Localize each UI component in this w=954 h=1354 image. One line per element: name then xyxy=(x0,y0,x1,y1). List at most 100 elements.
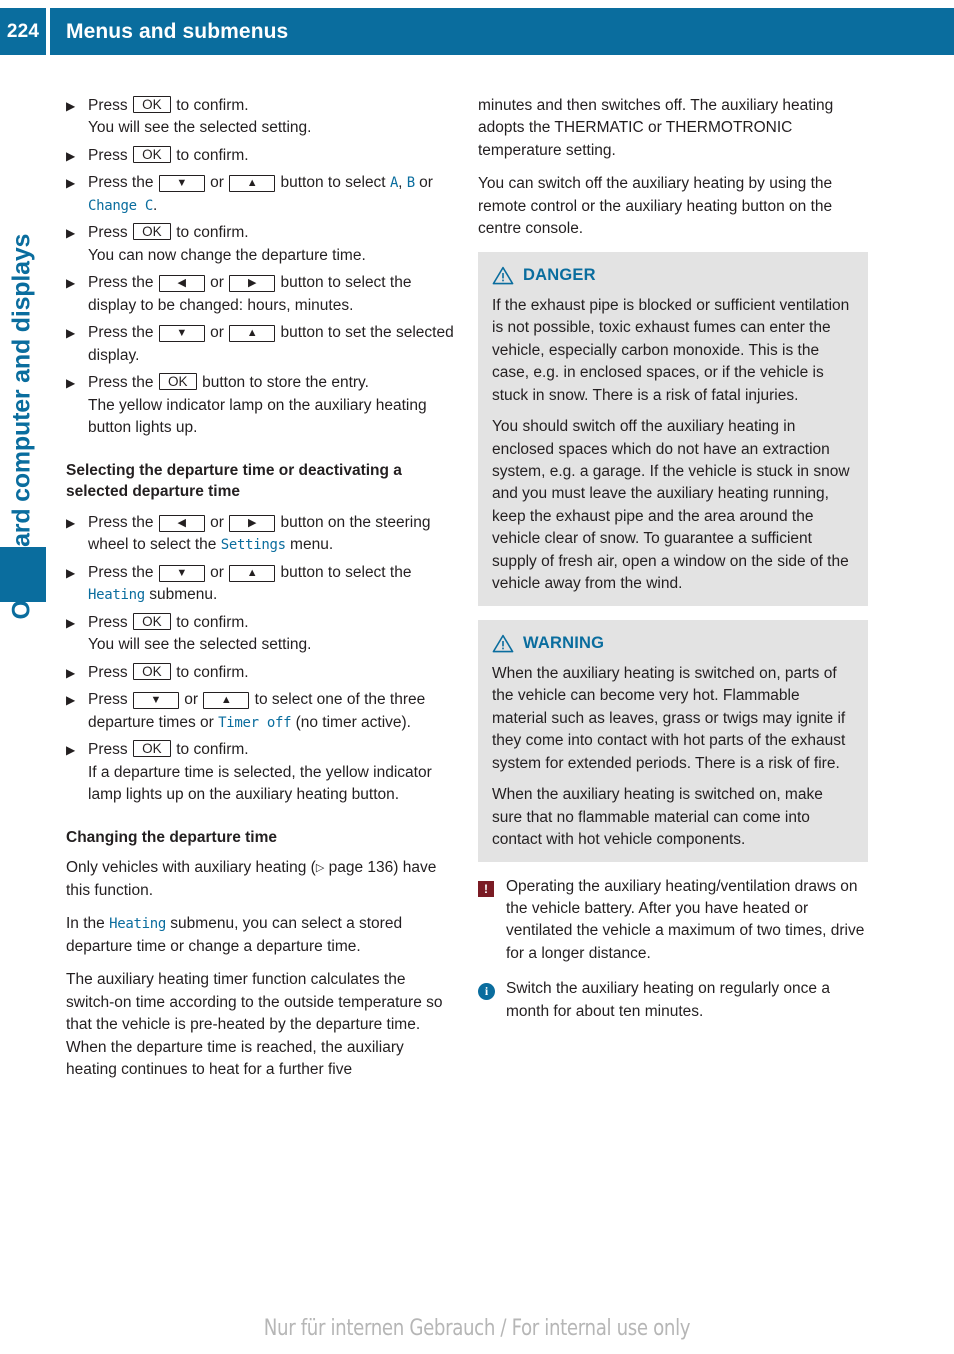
note-item: ! Operating the auxiliary heating/ventila… xyxy=(478,876,868,966)
notice-label: DANGER xyxy=(523,265,596,284)
left-paragraphs: Only vehicles with auxiliary heating (▷ … xyxy=(66,857,456,1081)
step-result-text: You will see the selected setting. xyxy=(88,119,312,137)
step-instruction: Press OK to confirm. xyxy=(88,223,249,242)
ok-key[interactable]: OK xyxy=(132,145,171,163)
step-bullet-icon: ▶ xyxy=(66,743,76,758)
step-instruction: Press the ▼ or ▲ button to select A, B o… xyxy=(88,174,433,214)
exclamation-icon: ! xyxy=(478,878,494,900)
right-intro-paragraphs: minutes and then switches off. The auxil… xyxy=(478,95,868,241)
step-bullet-icon: ▶ xyxy=(66,376,76,391)
arrow-right-key[interactable]: ▶ xyxy=(229,514,276,532)
arrow-left-key[interactable]: ◀ xyxy=(158,275,205,293)
arrow-down-key[interactable]: ▼ xyxy=(158,325,205,343)
arrow-left-key[interactable]: ◀ xyxy=(158,514,205,532)
body-paragraph: minutes and then switches off. The auxil… xyxy=(478,97,834,159)
subheading-changing-departure-time: Changing the departure time xyxy=(66,828,277,846)
procedure-step: ▶ Press ▼ or ▲ to select one of the three… xyxy=(66,689,456,734)
body-paragraph: You can switch off the auxiliary heating… xyxy=(478,175,833,238)
procedure-step: ▶ Press OK to confirm. You will see the se… xyxy=(66,612,456,657)
display-menu-text: Change C xyxy=(88,197,154,214)
notice-paragraph: When the auxiliary heating is switched o… xyxy=(492,786,823,849)
body-paragraph: Only vehicles with auxiliary heating (▷ … xyxy=(66,859,437,899)
notice-boxes: DANGER If the exhaust pipe is blocked or … xyxy=(478,251,868,862)
notice-paragraph: When the auxiliary heating is switched o… xyxy=(492,664,846,772)
procedure-step: ▶ Press OK to confirm. xyxy=(66,145,456,167)
step-bullet-icon: ▶ xyxy=(66,176,76,191)
footer-watermark: Nur für internen Gebrauch / For internal… xyxy=(263,1316,691,1341)
step-bullet-icon: ▶ xyxy=(66,148,76,163)
procedure-step: ▶ Press the ◀ or ▶ button to select the d… xyxy=(66,272,456,317)
left-text-column: ▶ Press OK to confirm. You will see the se… xyxy=(66,95,456,1092)
ok-key[interactable]: OK xyxy=(132,223,171,241)
step-bullet-icon: ▶ xyxy=(66,99,76,113)
procedure-step: ▶ Press OK to confirm. You can now change … xyxy=(66,222,456,267)
step-instruction: Press ▼ or ▲ to select one of the three … xyxy=(88,691,426,731)
arrow-down-key[interactable]: ▼ xyxy=(158,175,205,193)
info-icon: i xyxy=(478,980,495,1002)
arrow-down-key[interactable]: ▼ xyxy=(158,564,205,582)
note-text: Switch the auxiliary heating on regularl… xyxy=(506,980,830,1020)
notice-paragraph: You should switch off the auxiliary heat… xyxy=(492,418,850,593)
notice-paragraph: If the exhaust pipe is blocked or suffic… xyxy=(492,296,850,404)
display-menu-text: Timer off xyxy=(218,714,292,731)
display-menu-text: Heating xyxy=(88,587,145,604)
step-instruction: Press the ◀ or ▶ button to select the di… xyxy=(88,274,412,314)
body-paragraph: In the Heating submenu, you can select a… xyxy=(66,915,403,955)
step-instruction: Press OK to confirm. xyxy=(88,740,249,759)
body-paragraph: The auxiliary heating timer function cal… xyxy=(66,971,443,1078)
procedure-step: ▶ Press the ▼ or ▲ button to select the H… xyxy=(66,562,456,607)
step-bullet-icon: ▶ xyxy=(66,665,76,680)
step-instruction: Press OK to confirm. xyxy=(88,662,249,681)
step-result-text: The yellow indicator lamp on the auxilia… xyxy=(88,396,427,437)
arrow-up-key[interactable]: ▲ xyxy=(229,325,276,343)
chapter-side-label: On-board computer and displays xyxy=(7,233,36,620)
step-instruction: Press the OK button to store the entry. xyxy=(88,373,369,392)
step-instruction: Press the ◀ or ▶ button on the steering … xyxy=(88,513,431,554)
step-instruction: Press the ▼ or ▲ button to select the He… xyxy=(88,563,412,604)
step-instruction: Press OK to confirm. xyxy=(88,612,249,631)
ok-key[interactable]: OK xyxy=(132,740,171,758)
display-menu-text: Heating xyxy=(109,916,166,933)
subheading-select-departure-time: Selecting the departure time or deactiva… xyxy=(66,461,402,501)
step-bullet-icon: ▶ xyxy=(66,565,76,580)
page-number: 224 xyxy=(6,20,40,42)
arrow-up-key[interactable]: ▲ xyxy=(203,692,250,710)
ok-key[interactable]: OK xyxy=(158,373,197,391)
cross-reference-icon[interactable]: ▷ xyxy=(316,861,324,877)
right-text-column: minutes and then switches off. The auxil… xyxy=(478,95,868,1036)
notice-label: WARNING xyxy=(523,633,605,652)
procedure-step: ▶ Press OK to confirm. If a departure time… xyxy=(66,739,456,806)
ok-key[interactable]: OK xyxy=(132,612,171,630)
arrow-down-key[interactable]: ▼ xyxy=(132,692,179,710)
procedure-step: ▶ Press the ▼ or ▲ button to select A, B … xyxy=(66,172,456,217)
steps-top-list: ▶ Press OK to confirm. You will see the se… xyxy=(66,95,456,440)
page-title: Menus and submenus xyxy=(66,19,289,43)
arrow-up-key[interactable]: ▲ xyxy=(229,564,276,582)
ok-key[interactable]: OK xyxy=(132,96,171,113)
arrow-right-key[interactable]: ▶ xyxy=(229,275,276,293)
step-bullet-icon: ▶ xyxy=(66,276,76,291)
notice-box-danger: DANGER If the exhaust pipe is blocked or … xyxy=(478,251,868,606)
notice-header: DANGER xyxy=(492,264,854,288)
steps-mid-list: ▶ Press the ◀ or ▶ button on the steering… xyxy=(66,512,456,807)
display-menu-text: A xyxy=(389,175,399,192)
note-items: ! Operating the auxiliary heating/ventila… xyxy=(478,876,868,1024)
note-text: Operating the auxiliary heating/ventilat… xyxy=(506,877,865,962)
step-instruction: Press OK to confirm. xyxy=(88,96,249,114)
ok-key[interactable]: OK xyxy=(132,662,171,680)
procedure-step: ▶ Press the ◀ or ▶ button on the steering… xyxy=(66,512,456,557)
page-header: 224 Menus and submenus xyxy=(0,8,954,55)
notice-box-warning: WARNING When the auxiliary heating is swi… xyxy=(478,619,868,862)
step-bullet-icon: ▶ xyxy=(66,326,76,341)
notice-header: WARNING xyxy=(492,632,854,656)
arrow-up-key[interactable]: ▲ xyxy=(229,175,276,193)
step-instruction: Press OK to confirm. xyxy=(88,145,249,164)
display-menu-text: Settings xyxy=(220,537,286,554)
step-bullet-icon: ▶ xyxy=(66,515,76,530)
procedure-step: ▶ Press OK to confirm. You will see the se… xyxy=(66,95,456,140)
step-bullet-icon: ▶ xyxy=(66,226,76,241)
chapter-side-rail: On-board computer and displays xyxy=(0,55,46,1354)
note-item: i Switch the auxiliary heating on regular… xyxy=(478,978,868,1023)
step-result-text: You can now change the departure time. xyxy=(88,246,366,264)
procedure-step: ▶ Press the OK button to store the entry.… xyxy=(66,372,456,439)
